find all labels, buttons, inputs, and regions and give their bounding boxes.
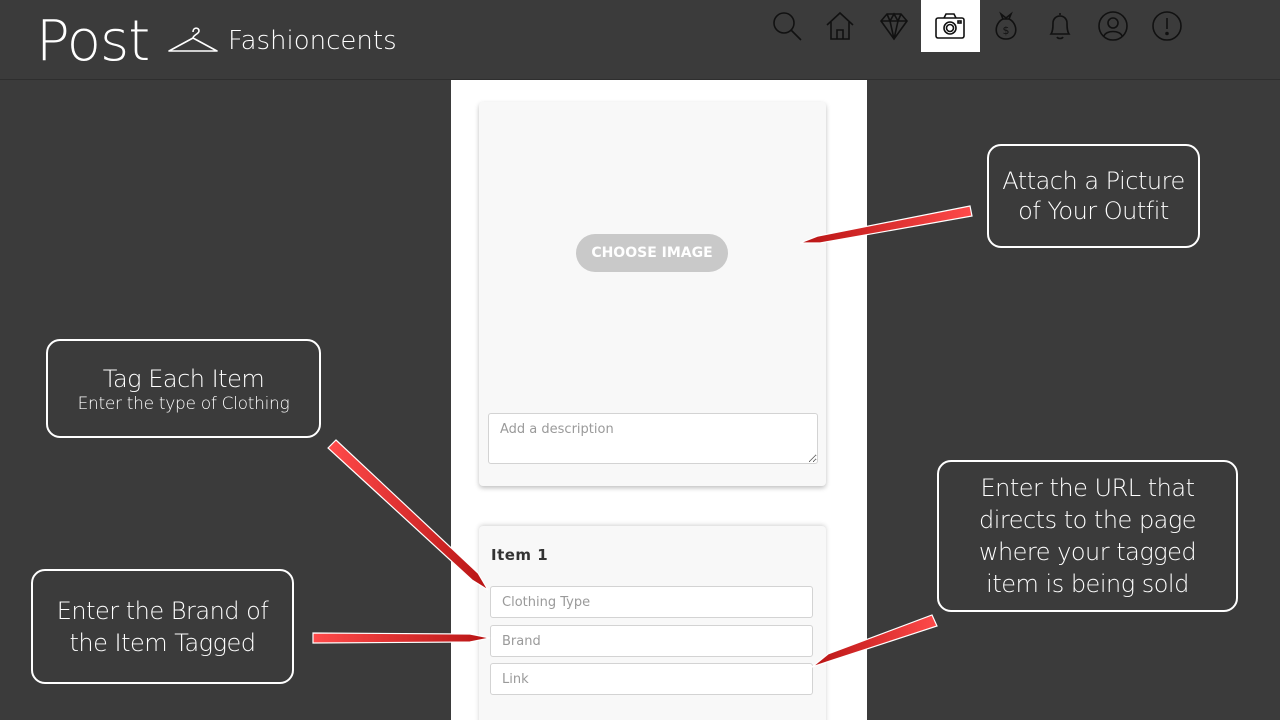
diamond-icon bbox=[879, 12, 908, 41]
nav-home[interactable] bbox=[814, 0, 868, 52]
bell-icon bbox=[1049, 13, 1071, 40]
nav-money[interactable]: $ bbox=[980, 0, 1034, 52]
home-icon bbox=[826, 11, 854, 40]
description-input[interactable] bbox=[488, 413, 818, 464]
header-bar: Post Fashioncents $ bbox=[0, 0, 1280, 80]
choose-image-button[interactable]: CHOOSE IMAGE bbox=[576, 234, 728, 272]
alert-icon bbox=[1151, 11, 1182, 41]
search-icon bbox=[772, 12, 802, 41]
brand-logo[interactable]: Fashioncents bbox=[166, 24, 397, 58]
image-card: CHOOSE IMAGE bbox=[479, 102, 826, 486]
money-bag-icon: $ bbox=[995, 11, 1017, 40]
nav-post-camera[interactable] bbox=[920, 0, 980, 52]
callout-url: Enter the URL that directs to the page w… bbox=[937, 460, 1238, 612]
profile-icon bbox=[1098, 11, 1129, 41]
item-card: Item 1 bbox=[479, 526, 826, 720]
link-input[interactable] bbox=[490, 663, 813, 695]
camera-icon bbox=[935, 13, 965, 39]
clothing-type-input[interactable] bbox=[490, 586, 813, 618]
callout-attach-text: Attach a Picture of Your Outfit bbox=[1002, 167, 1185, 225]
nav-profile[interactable] bbox=[1087, 0, 1141, 52]
callout-url-text: Enter the URL that directs to the page w… bbox=[978, 474, 1197, 598]
brand-input[interactable] bbox=[490, 625, 813, 657]
hanger-icon bbox=[168, 27, 218, 52]
svg-text:$: $ bbox=[1003, 24, 1010, 37]
callout-brand: Enter the Brand of the Item Tagged bbox=[31, 569, 294, 684]
nav-notifications[interactable] bbox=[1033, 0, 1087, 52]
brand-name: Fashioncents bbox=[228, 26, 397, 56]
top-nav: $ bbox=[760, 0, 1194, 52]
callout-attach-picture: Attach a Picture of Your Outfit bbox=[987, 144, 1200, 248]
callout-tag-item: Tag Each Item Enter the type of Clothing bbox=[46, 339, 321, 438]
nav-alerts[interactable] bbox=[1140, 0, 1194, 52]
callout-brand-text: Enter the Brand of the Item Tagged bbox=[56, 596, 269, 657]
post-form-panel: CHOOSE IMAGE Item 1 bbox=[451, 80, 867, 720]
item-title: Item 1 bbox=[491, 546, 549, 564]
nav-search[interactable] bbox=[760, 0, 814, 52]
page-title: Post bbox=[36, 9, 150, 74]
callout-tag-subtitle: Enter the type of Clothing bbox=[77, 393, 290, 414]
callout-tag-title: Tag Each Item bbox=[102, 364, 265, 393]
nav-diamond[interactable] bbox=[867, 0, 921, 52]
